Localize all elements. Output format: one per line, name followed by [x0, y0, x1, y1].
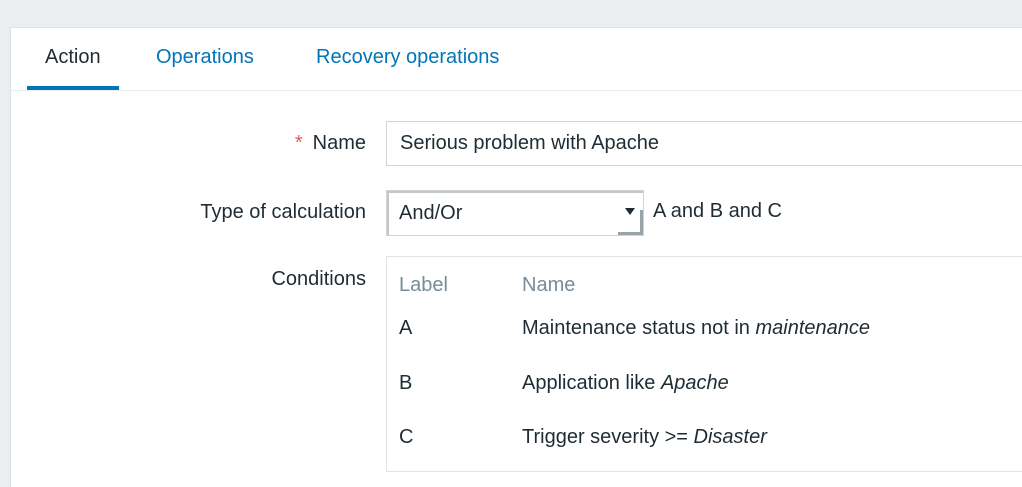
name-label: * Name	[211, 132, 366, 155]
tab-action[interactable]: Action	[27, 28, 119, 90]
select-corner-shade	[618, 210, 643, 235]
condition-row-label: C	[399, 426, 414, 448]
condition-row-name: Trigger severity >= Disaster	[522, 426, 767, 448]
tab-recovery-operations[interactable]: Recovery operations	[298, 28, 517, 88]
tab-operations[interactable]: Operations	[138, 28, 272, 88]
name-label-text: Name	[312, 132, 366, 154]
column-header-label: Label	[399, 274, 448, 296]
condition-row-name: Application like Apache	[522, 372, 729, 394]
calculation-type-select[interactable]: And/Or	[386, 190, 644, 236]
required-marker: *	[294, 132, 303, 154]
calculation-type-label: Type of calculation	[200, 201, 366, 223]
conditions-label: Conditions	[271, 268, 366, 290]
condition-row-name: Maintenance status not in maintenance	[522, 317, 871, 339]
calculation-formula: A and B and C	[653, 200, 782, 222]
tab-bar: Action Operations Recovery operations	[11, 28, 1022, 91]
condition-row-label: B	[399, 372, 413, 394]
name-field[interactable]	[386, 121, 1022, 166]
condition-row-label: A	[399, 317, 413, 339]
column-header-name: Name	[522, 274, 576, 296]
conditions-table: Label Name A Maintenance status not in m…	[386, 256, 1022, 472]
action-form-panel: Action Operations Recovery operations * N…	[10, 27, 1022, 487]
calculation-type-value: And/Or	[399, 202, 463, 224]
